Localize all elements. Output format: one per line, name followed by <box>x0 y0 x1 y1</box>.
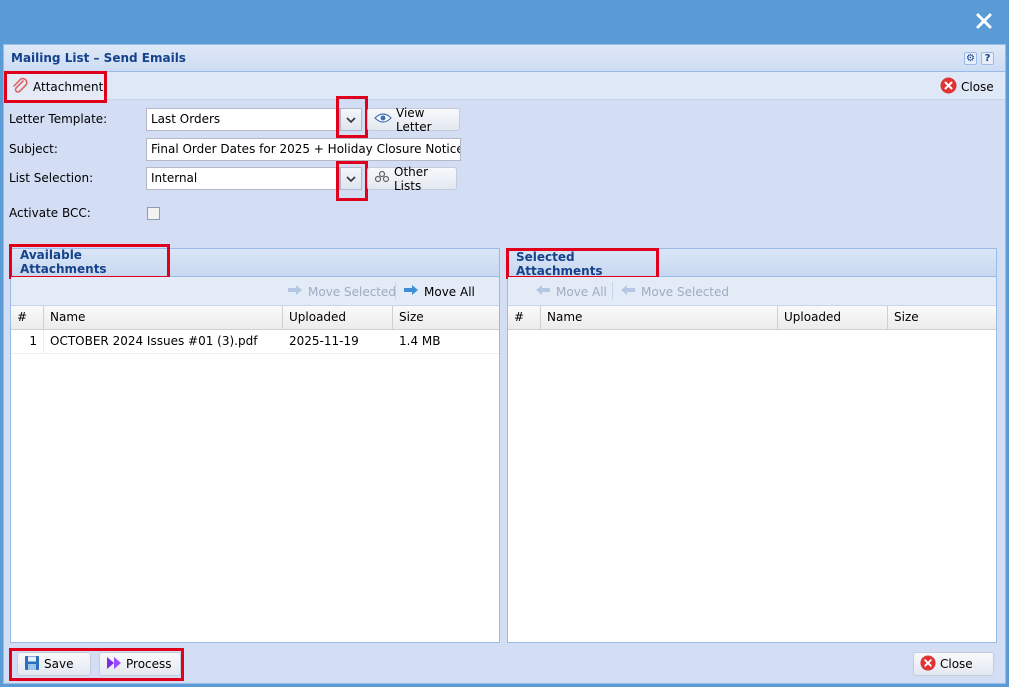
selected-panel-title: Selected Attachments <box>516 249 603 278</box>
available-panel-toolbar: Move Selected Move All <box>11 277 499 306</box>
arrow-left-icon <box>535 284 551 299</box>
process-label: Process <box>126 657 172 671</box>
arrow-right-icon <box>287 284 303 299</box>
footer-close-button[interactable]: Close <box>913 652 994 676</box>
list-selection-label: List Selection: <box>9 171 94 185</box>
column-header-name[interactable]: Name <box>541 306 778 329</box>
attachment-button[interactable]: Attachment <box>4 71 107 103</box>
window-toolbar: Attachment Close <box>4 71 1005 103</box>
selected-panel-toolbar: Move All Move Selected <box>508 277 996 306</box>
other-lists-label: Other Lists <box>394 164 429 193</box>
available-attachments-panel: Available Attachments Move Selected Move… <box>9 244 500 643</box>
arrow-left-icon <box>620 284 636 299</box>
other-lists-button[interactable]: Other Lists <box>367 164 457 193</box>
gear-icon[interactable]: ⚙ <box>964 52 977 65</box>
selected-column-header: # Name Uploaded Size <box>508 306 996 330</box>
column-header-size[interactable]: Size <box>393 306 499 329</box>
attachment-label: Attachment <box>33 80 104 94</box>
toolbar-separator <box>612 282 613 300</box>
window-title: Mailing List – Send Emails <box>11 51 186 65</box>
selected-move-selected-button[interactable]: Move Selected <box>620 284 729 299</box>
save-button[interactable]: Save <box>17 652 91 676</box>
row-name: OCTOBER 2024 Issues #01 (3).pdf <box>50 334 258 348</box>
column-header-uploaded[interactable]: Uploaded <box>778 306 888 329</box>
list-selection-dropdown-trigger[interactable] <box>340 167 362 190</box>
letter-template-dropdown-trigger[interactable] <box>340 108 362 131</box>
available-panel-title-box: Available Attachments <box>9 244 170 279</box>
chevron-down-icon <box>346 116 356 123</box>
footer-close-label: Close <box>940 657 973 671</box>
group-icon <box>374 170 390 187</box>
available-move-selected-label: Move Selected <box>308 284 397 299</box>
available-column-header: # Name Uploaded Size <box>11 306 499 330</box>
paperclip-icon <box>11 77 29 98</box>
row-uploaded: 2025-11-19 <box>289 334 359 348</box>
selected-panel-title-box: Selected Attachments <box>506 248 659 279</box>
available-move-all-button[interactable]: Move All <box>403 284 475 299</box>
close-circle-icon <box>940 77 957 97</box>
available-panel-title: Available Attachments <box>20 247 107 276</box>
column-header-num[interactable]: # <box>11 306 44 329</box>
activate-bcc-checkbox[interactable] <box>147 207 160 220</box>
available-move-selected-button[interactable]: Move Selected <box>287 284 396 299</box>
window-titlebar: Mailing List – Send Emails ⚙ ? <box>4 45 1005 72</box>
view-letter-label: View Letter <box>396 105 432 134</box>
column-header-name[interactable]: Name <box>44 306 283 329</box>
selected-move-selected-label: Move Selected <box>641 284 730 299</box>
toolbar-close-label: Close <box>961 80 994 94</box>
help-icon[interactable]: ? <box>981 52 994 65</box>
chevron-down-icon <box>346 175 356 182</box>
save-label: Save <box>44 657 74 671</box>
fast-forward-icon <box>106 656 122 673</box>
selected-move-all-button[interactable]: Move All <box>535 284 607 299</box>
column-header-num[interactable]: # <box>508 306 541 329</box>
floppy-disk-icon <box>24 655 40 674</box>
column-header-size[interactable]: Size <box>888 306 996 329</box>
view-letter-button[interactable]: View Letter <box>367 105 460 134</box>
activate-bcc-label: Activate BCC: <box>9 206 91 220</box>
row-num: 1 <box>11 330 44 353</box>
toolbar-close-button[interactable]: Close <box>940 77 994 97</box>
selected-attachments-panel: Selected Attachments Move All Move Selec… <box>506 248 997 643</box>
table-row[interactable]: 1 OCTOBER 2024 Issues #01 (3).pdf 2025-1… <box>11 330 499 354</box>
letter-template-label: Letter Template: <box>9 112 108 126</box>
arrow-right-icon <box>403 284 419 299</box>
column-header-uploaded[interactable]: Uploaded <box>283 306 393 329</box>
toolbar-separator <box>395 282 396 300</box>
selected-move-all-label: Move All <box>556 284 607 299</box>
subject-label: Subject: <box>9 142 58 156</box>
row-size: 1.4 MB <box>399 334 441 348</box>
eye-icon <box>374 112 392 127</box>
process-button[interactable]: Process <box>99 652 181 676</box>
subject-input[interactable]: Final Order Dates for 2025 + Holiday Clo… <box>146 138 461 161</box>
letter-template-combo[interactable]: Last Orders <box>146 108 340 131</box>
list-selection-combo[interactable]: Internal <box>146 167 340 190</box>
available-move-all-label: Move All <box>424 284 475 299</box>
outer-close-icon[interactable] <box>975 12 993 30</box>
mailing-list-window: Mailing List – Send Emails ⚙ ? Attachmen… <box>3 44 1006 684</box>
close-circle-icon <box>920 654 936 674</box>
